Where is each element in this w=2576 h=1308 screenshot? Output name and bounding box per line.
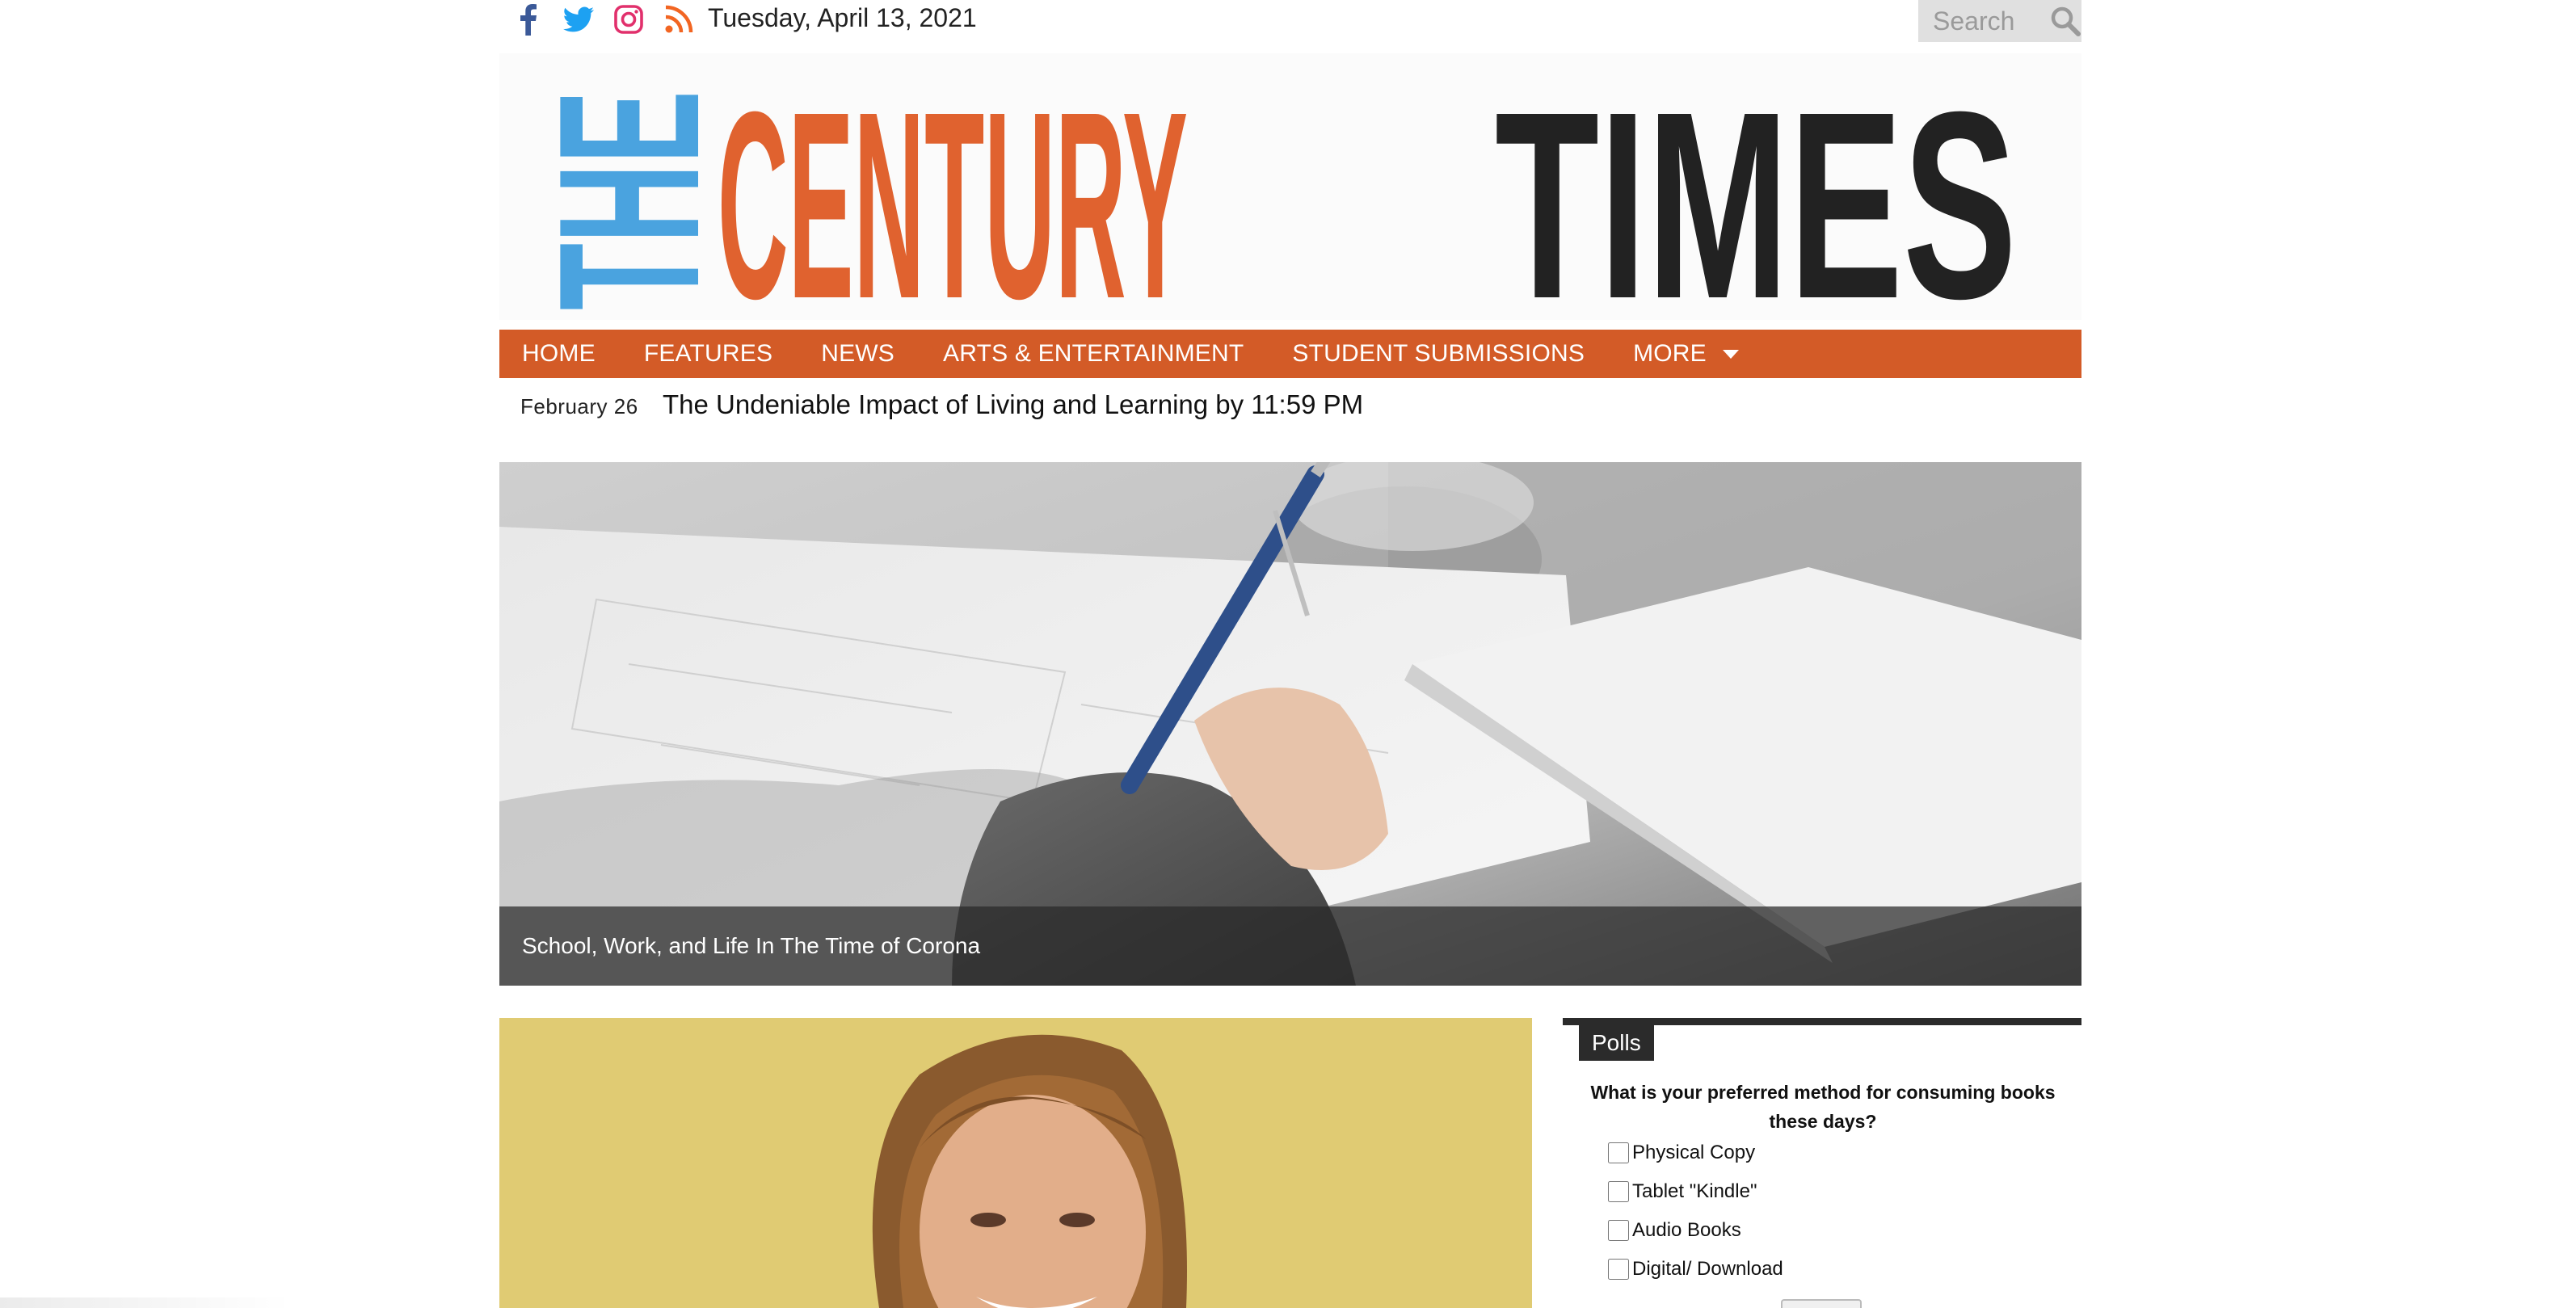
page-edge-shadow (0, 1297, 291, 1308)
poll-option-label: Digital/ Download (1632, 1258, 1783, 1280)
breaking-ticker: February 26 The Undeniable Impact of Liv… (499, 386, 2081, 428)
nav-features[interactable]: FEATURES (644, 330, 772, 378)
logo-the: THE (516, 90, 741, 310)
nav-more-label: MORE (1633, 340, 1707, 367)
rss-icon[interactable] (661, 2, 697, 37)
social-links (511, 2, 697, 37)
poll-checkbox[interactable] (1608, 1259, 1629, 1280)
ticker-date: February 26 (520, 394, 638, 418)
search-box (1918, 0, 2081, 42)
poll-question: What is your preferred method for consum… (1590, 1082, 2056, 1132)
feature-story-photo[interactable] (499, 1018, 1532, 1308)
nav-student-submissions[interactable]: STUDENT SUBMISSIONS (1292, 330, 1585, 378)
current-date: Tuesday, April 13, 2021 (708, 3, 977, 32)
poll-option-label: Audio Books (1632, 1219, 1741, 1241)
page: Tuesday, April 13, 2021 THE CENTURY TIME… (0, 0, 2576, 1308)
poll-checkbox[interactable] (1608, 1181, 1629, 1202)
poll-vote-button[interactable] (1781, 1299, 1862, 1308)
hero-story[interactable]: School, Work, and Life In The Time of Co… (499, 462, 2081, 986)
main-nav: HOME FEATURES NEWS ARTS & ENTERTAINMENT … (499, 330, 2081, 378)
nav-home[interactable]: HOME (522, 330, 596, 378)
polls-divider (1563, 1018, 2081, 1025)
top-bar: Tuesday, April 13, 2021 (499, 0, 2081, 45)
facebook-icon[interactable] (511, 2, 546, 37)
poll-option-physical-copy[interactable]: Physical Copy (1608, 1139, 1755, 1167)
poll-option-digital-download[interactable]: Digital/ Download (1608, 1255, 1783, 1283)
poll-option-label: Physical Copy (1632, 1142, 1756, 1163)
poll-option-label: Tablet "Kindle" (1632, 1180, 1757, 1202)
polls-title: Polls (1579, 1025, 1654, 1061)
nav-more[interactable]: MORE (1633, 330, 1739, 378)
logo-the-text: THE (516, 90, 741, 310)
poll-checkbox[interactable] (1608, 1220, 1629, 1241)
search-input[interactable] (1933, 6, 2046, 36)
masthead-logo[interactable]: THE CENTURY TIMES (499, 53, 2081, 320)
polls-widget: Polls What is your preferred method for … (1563, 1018, 2081, 1308)
caret-down-icon (1722, 349, 1739, 359)
search-icon[interactable] (2049, 5, 2081, 37)
portrait-image (499, 1018, 1532, 1308)
nav-arts-entertainment[interactable]: ARTS & ENTERTAINMENT (943, 330, 1244, 378)
nav-news[interactable]: NEWS (821, 330, 894, 378)
poll-checkbox[interactable] (1608, 1142, 1629, 1163)
poll-option-tablet-kindle[interactable]: Tablet "Kindle" (1608, 1178, 1757, 1205)
hero-caption[interactable]: School, Work, and Life In The Time of Co… (499, 906, 2081, 986)
logo-century: CENTURY (718, 56, 1188, 320)
twitter-icon[interactable] (561, 2, 596, 37)
instagram-icon[interactable] (611, 2, 646, 37)
logo-times: TIMES (1495, 56, 2017, 320)
poll-option-audio-books[interactable]: Audio Books (1608, 1217, 1741, 1244)
ticker-headline-link[interactable]: The Undeniable Impact of Living and Lear… (663, 389, 1363, 420)
